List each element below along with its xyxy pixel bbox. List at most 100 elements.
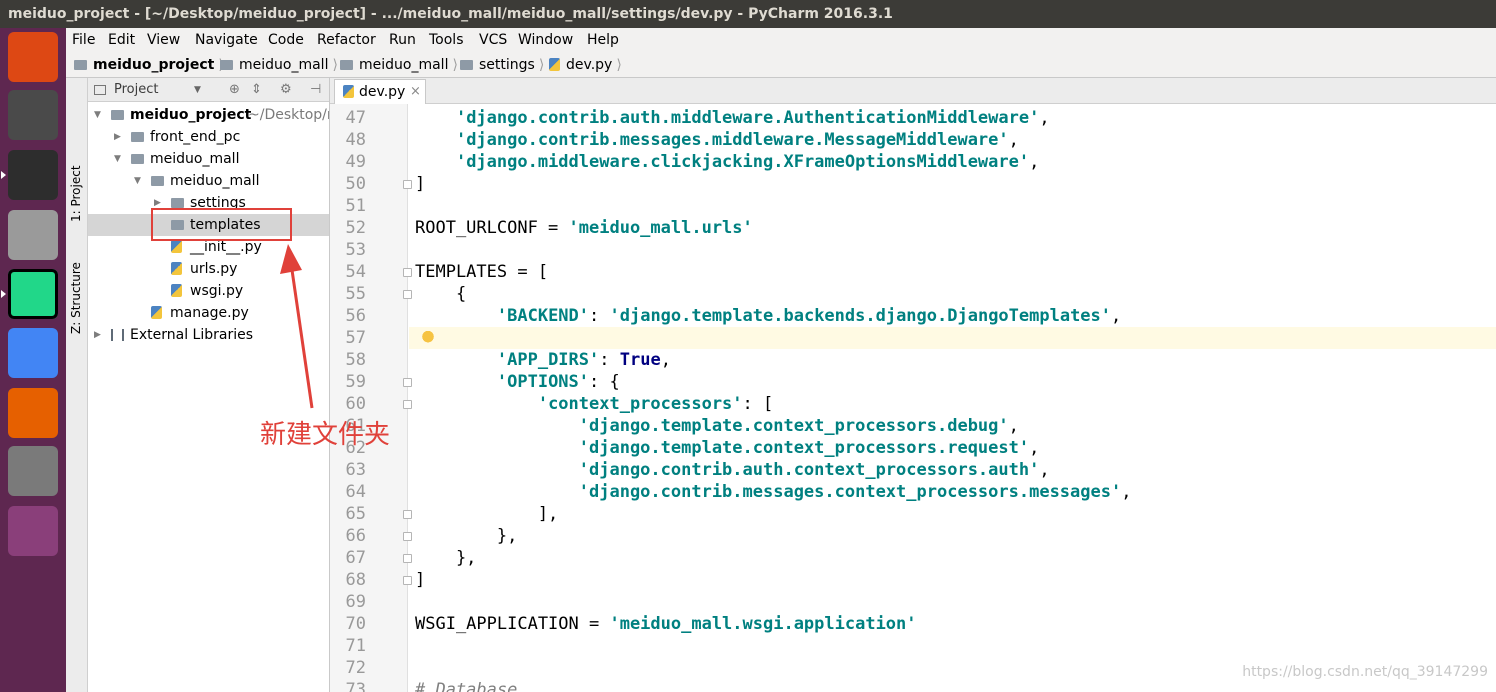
code-line: 'django.contrib.auth.middleware.Authenti… [455, 108, 1050, 128]
code-line: 'django.middleware.clickjacking.XFrameOp… [455, 152, 1040, 172]
fold-marker-icon[interactable] [403, 532, 412, 541]
breadcrumb-item[interactable]: settings ⟩ [460, 52, 544, 78]
menu-tools[interactable]: Tools [429, 28, 464, 52]
editor-tab-bar: dev.py × [330, 78, 1496, 104]
menu-edit[interactable]: Edit [108, 28, 135, 52]
running-indicator [1, 290, 6, 298]
expanded-arrow-icon[interactable]: ▼ [134, 170, 141, 192]
fold-marker-icon[interactable] [403, 576, 412, 585]
code-line: WSGI_APPLICATION = 'meiduo_mall.wsgi.app… [415, 614, 917, 634]
expanded-arrow-icon[interactable]: ▼ [94, 104, 101, 126]
python-file-icon [549, 58, 560, 71]
code-line: 'APP_DIRS': True, [496, 350, 671, 370]
system-settings-icon[interactable] [8, 446, 58, 496]
fold-marker-icon[interactable] [403, 400, 412, 409]
line-number: 63 [345, 460, 366, 480]
editor-area: dev.py × 47 48 49 50 51 52 53 54 55 56 57 58 59 60 61 6… [330, 78, 1496, 692]
line-number: 57 [345, 328, 366, 348]
breadcrumb-label: meiduo_mall [359, 57, 449, 73]
code-line: ] [415, 570, 426, 590]
python-file-icon [343, 85, 354, 98]
current-line-highlight [409, 327, 1496, 349]
code-line: 'django.contrib.messages.context_process… [578, 482, 1132, 502]
line-number: 71 [345, 636, 366, 656]
folder-icon [340, 60, 353, 70]
folder-icon [111, 110, 124, 120]
python-file-icon [151, 306, 162, 319]
structure-tool-tab[interactable]: Z: Structure [69, 262, 83, 334]
library-icon [111, 329, 124, 341]
tree-item-label: manage.py [170, 305, 249, 321]
tree-item[interactable]: ▼ meiduo_project~/Desktop/m [88, 104, 329, 126]
python-file-icon [171, 240, 182, 253]
chevron-right-icon: ⟩ [538, 57, 545, 73]
close-icon[interactable]: × [410, 80, 421, 104]
line-number: 55 [345, 284, 366, 304]
window-title-bar: meiduo_project - [~/Desktop/meiduo_proje… [0, 0, 1496, 28]
breadcrumb-item[interactable]: meiduo_mall ⟩ [340, 52, 458, 78]
tree-item[interactable]: ▼ meiduo_mall [88, 170, 329, 192]
code-line: 'OPTIONS': { [496, 372, 620, 392]
menu-window[interactable]: Window [518, 28, 573, 52]
workspace-switcher-icon[interactable] [8, 506, 58, 556]
watermark: https://blog.csdn.net/qq_39147299 [1242, 664, 1488, 680]
python-file-icon [171, 284, 182, 297]
tab-dev-py[interactable]: dev.py × [334, 79, 426, 104]
menu-view[interactable]: View [147, 28, 180, 52]
tree-item[interactable]: ▼ meiduo_mall [88, 148, 329, 170]
collapse-all-icon[interactable]: ⇕ [251, 78, 262, 102]
terminal-icon[interactable] [8, 150, 58, 200]
menu-run[interactable]: Run [389, 28, 416, 52]
gear-icon[interactable]: ⚙ [280, 78, 292, 102]
breadcrumb-item[interactable]: dev.py ⟩ [549, 52, 622, 78]
project-view-selector[interactable]: Project [114, 78, 158, 102]
line-number: 67 [345, 548, 366, 568]
line-number: 60 [345, 394, 366, 414]
fold-marker-icon[interactable] [403, 554, 412, 563]
chevron-down-icon[interactable]: ▼ [194, 78, 201, 102]
fold-marker-icon[interactable] [403, 378, 412, 387]
menu-refactor[interactable]: Refactor [317, 28, 376, 52]
collapsed-arrow-icon[interactable]: ▶ [114, 126, 121, 148]
pycharm-icon[interactable] [8, 269, 58, 319]
ubuntu-dash-icon[interactable] [8, 32, 58, 82]
menu-help[interactable]: Help [587, 28, 619, 52]
line-number: 53 [345, 240, 366, 260]
menu-code[interactable]: Code [268, 28, 304, 52]
tree-item[interactable]: ▶ front_end_pc [88, 126, 329, 148]
project-tool-tab[interactable]: 1: Project [69, 165, 83, 222]
line-number-gutter: 47 48 49 50 51 52 53 54 55 56 57 58 59 60 61 62 63 64 65 66… [330, 104, 412, 692]
code-line: 'context_processors': [ [537, 394, 774, 414]
tree-item-label: External Libraries [130, 327, 253, 343]
sublime-text-icon[interactable] [8, 90, 58, 140]
file-manager-icon[interactable] [8, 210, 58, 260]
line-number: 56 [345, 306, 366, 326]
expanded-arrow-icon[interactable]: ▼ [114, 148, 121, 170]
tree-item-label: wsgi.py [190, 283, 244, 299]
fold-marker-icon[interactable] [403, 268, 412, 277]
locate-file-icon[interactable]: ⊕ [229, 78, 240, 102]
menu-vcs[interactable]: VCS [479, 28, 507, 52]
collapsed-arrow-icon[interactable]: ▶ [94, 324, 101, 346]
code-line: 'django.contrib.messages.middleware.Mess… [455, 130, 1019, 150]
menu-file[interactable]: File [72, 28, 95, 52]
breadcrumb-label: dev.py [566, 57, 613, 73]
breadcrumb-label: settings [479, 57, 535, 73]
breadcrumb-item[interactable]: meiduo_mall ⟩ [220, 52, 338, 78]
intention-bulb-icon[interactable] [422, 331, 434, 345]
annotation-arrow [280, 244, 314, 409]
line-number: 51 [345, 196, 366, 216]
fold-marker-icon[interactable] [403, 290, 412, 299]
fold-marker-icon[interactable] [403, 180, 412, 189]
hide-panel-icon[interactable]: ⊣ [310, 78, 321, 102]
line-number: 64 [345, 482, 366, 502]
folder-icon [131, 154, 144, 164]
breadcrumb-item[interactable]: meiduo_project⟩ [74, 52, 224, 78]
running-indicator [1, 171, 6, 179]
breadcrumb-label: meiduo_mall [239, 57, 329, 73]
menu-navigate[interactable]: Navigate [195, 28, 258, 52]
chrome-icon[interactable] [8, 328, 58, 378]
firefox-icon[interactable] [8, 388, 58, 438]
fold-marker-icon[interactable] [403, 510, 412, 519]
code-line: 'django.contrib.auth.context_processors.… [578, 460, 1050, 480]
